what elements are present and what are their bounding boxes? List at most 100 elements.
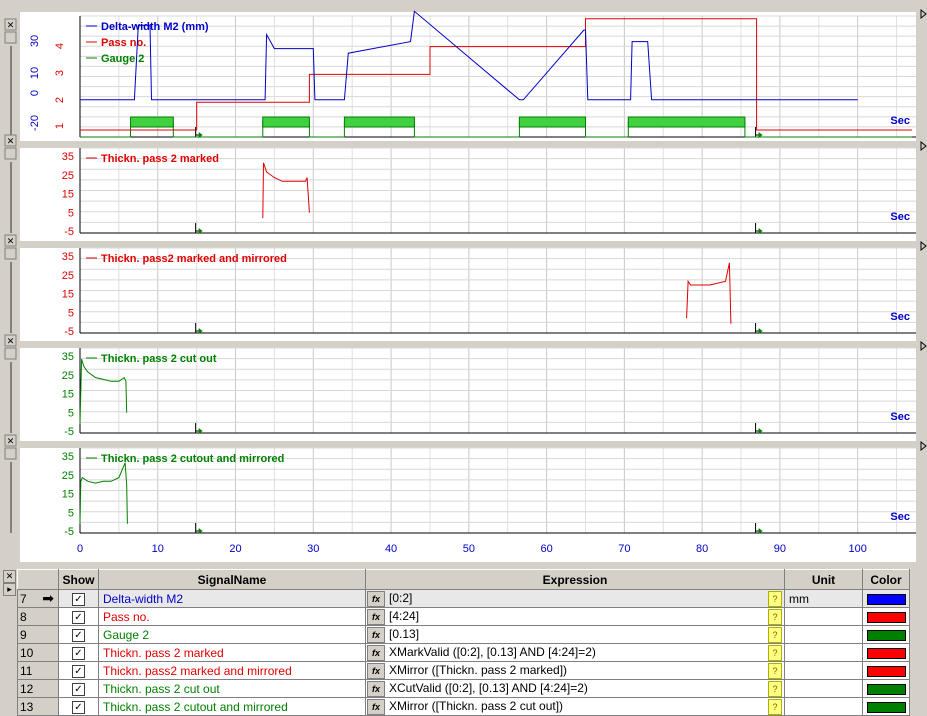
unit-cell[interactable] xyxy=(784,679,863,698)
table-row[interactable]: 7 ➡ ✓ Delta-width M2 fx [0:2]? mm xyxy=(17,589,910,608)
color-cell[interactable] xyxy=(862,661,910,680)
unit-cell[interactable]: mm xyxy=(784,589,863,608)
function-icon[interactable]: fx xyxy=(367,609,385,625)
signal-name-cell[interactable]: Thickn. pass 2 cutout and mirrored xyxy=(98,697,366,716)
expression-cell[interactable]: fx [0:2]? xyxy=(365,589,785,608)
y-tick-label: 2 xyxy=(54,97,66,103)
show-cell[interactable]: ✓ xyxy=(58,679,99,698)
table-row[interactable]: 10 ✓ Thickn. pass 2 marked fx XMarkValid ([0… xyxy=(17,643,910,662)
table-row[interactable]: 13 ✓ Thickn. pass 2 cutout and mirrored fx X… xyxy=(17,697,910,716)
x-tick-label: 30 xyxy=(307,543,319,555)
function-icon[interactable]: fx xyxy=(367,681,385,697)
expression-cell[interactable]: fx [4:24]? xyxy=(365,607,785,626)
header-unit[interactable]: Unit xyxy=(784,569,863,590)
header-show[interactable]: Show xyxy=(58,569,99,590)
lightbulb-icon[interactable]: ? xyxy=(768,681,782,697)
expand-panel-icon[interactable] xyxy=(4,31,17,44)
expand-table-icon[interactable]: ▸ xyxy=(3,583,16,596)
lightbulb-icon[interactable]: ? xyxy=(768,609,782,625)
x-tick-label: 60 xyxy=(540,543,552,555)
function-icon[interactable]: fx xyxy=(367,663,385,679)
signal-name-cell[interactable]: Delta-width M2 xyxy=(98,589,366,608)
unit-cell[interactable] xyxy=(784,607,863,626)
lightbulb-icon[interactable]: ? xyxy=(768,591,782,607)
color-cell[interactable] xyxy=(862,697,910,716)
row-number[interactable]: 11 xyxy=(17,661,59,680)
function-icon[interactable]: fx xyxy=(367,591,385,607)
table-row[interactable]: 9 ✓ Gauge 2 fx [0.13]? xyxy=(17,625,910,644)
color-cell[interactable] xyxy=(862,679,910,698)
row-number[interactable]: 9 xyxy=(17,625,59,644)
table-row[interactable]: 12 ✓ Thickn. pass 2 cut out fx XCutValid ([0… xyxy=(17,679,910,698)
lightbulb-icon[interactable]: ? xyxy=(768,663,782,679)
signal-name-cell[interactable]: Thickn. pass 2 marked xyxy=(98,643,366,662)
signal-name-cell[interactable]: Gauge 2 xyxy=(98,625,366,644)
show-checkbox[interactable]: ✓ xyxy=(72,664,85,678)
color-cell[interactable] xyxy=(862,643,910,662)
show-cell[interactable]: ✓ xyxy=(58,589,99,608)
show-cell[interactable]: ✓ xyxy=(58,625,99,644)
row-number[interactable]: 8 xyxy=(17,607,59,626)
signal-name-cell[interactable]: Thickn. pass 2 cut out xyxy=(98,679,366,698)
show-cell[interactable]: ✓ xyxy=(58,697,99,716)
expression-cell[interactable]: fx XMirror ([Thickn. pass 2 cut out])? xyxy=(365,697,785,716)
expression-cell[interactable]: fx XCutValid ([0:2], [0.13] AND [4:24]=2)… xyxy=(365,679,785,698)
header-signal-name[interactable]: SignalName xyxy=(98,569,366,590)
table-row[interactable]: 11 ✓ Thickn. pass2 marked and mirrored fx XM… xyxy=(17,661,910,680)
lightbulb-icon[interactable]: ? xyxy=(768,627,782,643)
show-checkbox[interactable]: ✓ xyxy=(72,646,85,660)
function-icon[interactable]: fx xyxy=(367,699,385,715)
table-row[interactable]: 8 ✓ Pass no. fx [4:24]? xyxy=(17,607,910,626)
close-table-icon[interactable]: ✕ xyxy=(3,570,16,583)
unit-cell[interactable] xyxy=(784,661,863,680)
show-checkbox[interactable]: ✓ xyxy=(72,682,85,696)
color-swatch[interactable] xyxy=(866,611,906,623)
expand-panel-icon[interactable] xyxy=(4,347,17,360)
expand-panel-icon[interactable] xyxy=(4,147,17,160)
color-swatch[interactable] xyxy=(866,665,906,677)
color-swatch[interactable] xyxy=(866,701,906,713)
expand-panel-icon[interactable] xyxy=(4,447,17,460)
lightbulb-icon[interactable]: ? xyxy=(768,645,782,661)
color-swatch[interactable] xyxy=(866,629,906,641)
expand-panel-icon[interactable] xyxy=(4,247,17,260)
show-cell[interactable]: ✓ xyxy=(58,607,99,626)
show-cell[interactable]: ✓ xyxy=(58,643,99,662)
signal-name-cell[interactable]: Thickn. pass2 marked and mirrored xyxy=(98,661,366,680)
show-checkbox[interactable]: ✓ xyxy=(72,592,85,606)
header-expression[interactable]: Expression xyxy=(365,569,785,590)
close-panel-icon-glyph: ✕ xyxy=(7,136,15,146)
color-swatch[interactable] xyxy=(866,593,906,605)
chart-area: ✕ Sec ✕ Sec ✕ Sec ✕ Sec ✕ Sec 30 10 0 -20 4 3 2 1 35 25 15 5-… xyxy=(0,0,927,562)
row-number[interactable]: 12 xyxy=(17,679,59,698)
row-number[interactable]: 10 xyxy=(17,643,59,662)
y-tick-label: 5 xyxy=(68,307,74,319)
gauge-bar xyxy=(130,116,174,128)
function-icon[interactable]: fx xyxy=(367,627,385,643)
unit-cell[interactable] xyxy=(784,625,863,644)
row-number[interactable]: 13 xyxy=(17,697,59,716)
signal-name-cell[interactable]: Pass no. xyxy=(98,607,366,626)
header-color[interactable]: Color xyxy=(862,569,910,590)
expression-cell[interactable]: fx XMirror ([Thickn. pass 2 marked])? xyxy=(365,661,785,680)
y-tick-label: 5 xyxy=(68,507,74,519)
x-tick-label: 20 xyxy=(229,543,241,555)
unit-cell[interactable] xyxy=(784,697,863,716)
color-cell[interactable] xyxy=(862,625,910,644)
expression-cell[interactable]: fx XMarkValid ([0:2], [0.13] AND [4:24]=2… xyxy=(365,643,785,662)
color-cell[interactable] xyxy=(862,589,910,608)
y-tick-label: 25 xyxy=(62,170,74,182)
color-swatch[interactable] xyxy=(866,683,906,695)
color-swatch[interactable] xyxy=(866,647,906,659)
expression-cell[interactable]: fx [0.13]? xyxy=(365,625,785,644)
function-icon[interactable]: fx xyxy=(367,645,385,661)
show-cell[interactable]: ✓ xyxy=(58,661,99,680)
show-checkbox[interactable]: ✓ xyxy=(72,700,85,714)
color-cell[interactable] xyxy=(862,607,910,626)
gauge-bar xyxy=(518,116,586,128)
unit-cell[interactable] xyxy=(784,643,863,662)
lightbulb-icon[interactable]: ? xyxy=(768,699,782,715)
show-checkbox[interactable]: ✓ xyxy=(72,610,85,624)
row-number[interactable]: 7 ➡ xyxy=(17,589,59,608)
show-checkbox[interactable]: ✓ xyxy=(72,628,85,642)
